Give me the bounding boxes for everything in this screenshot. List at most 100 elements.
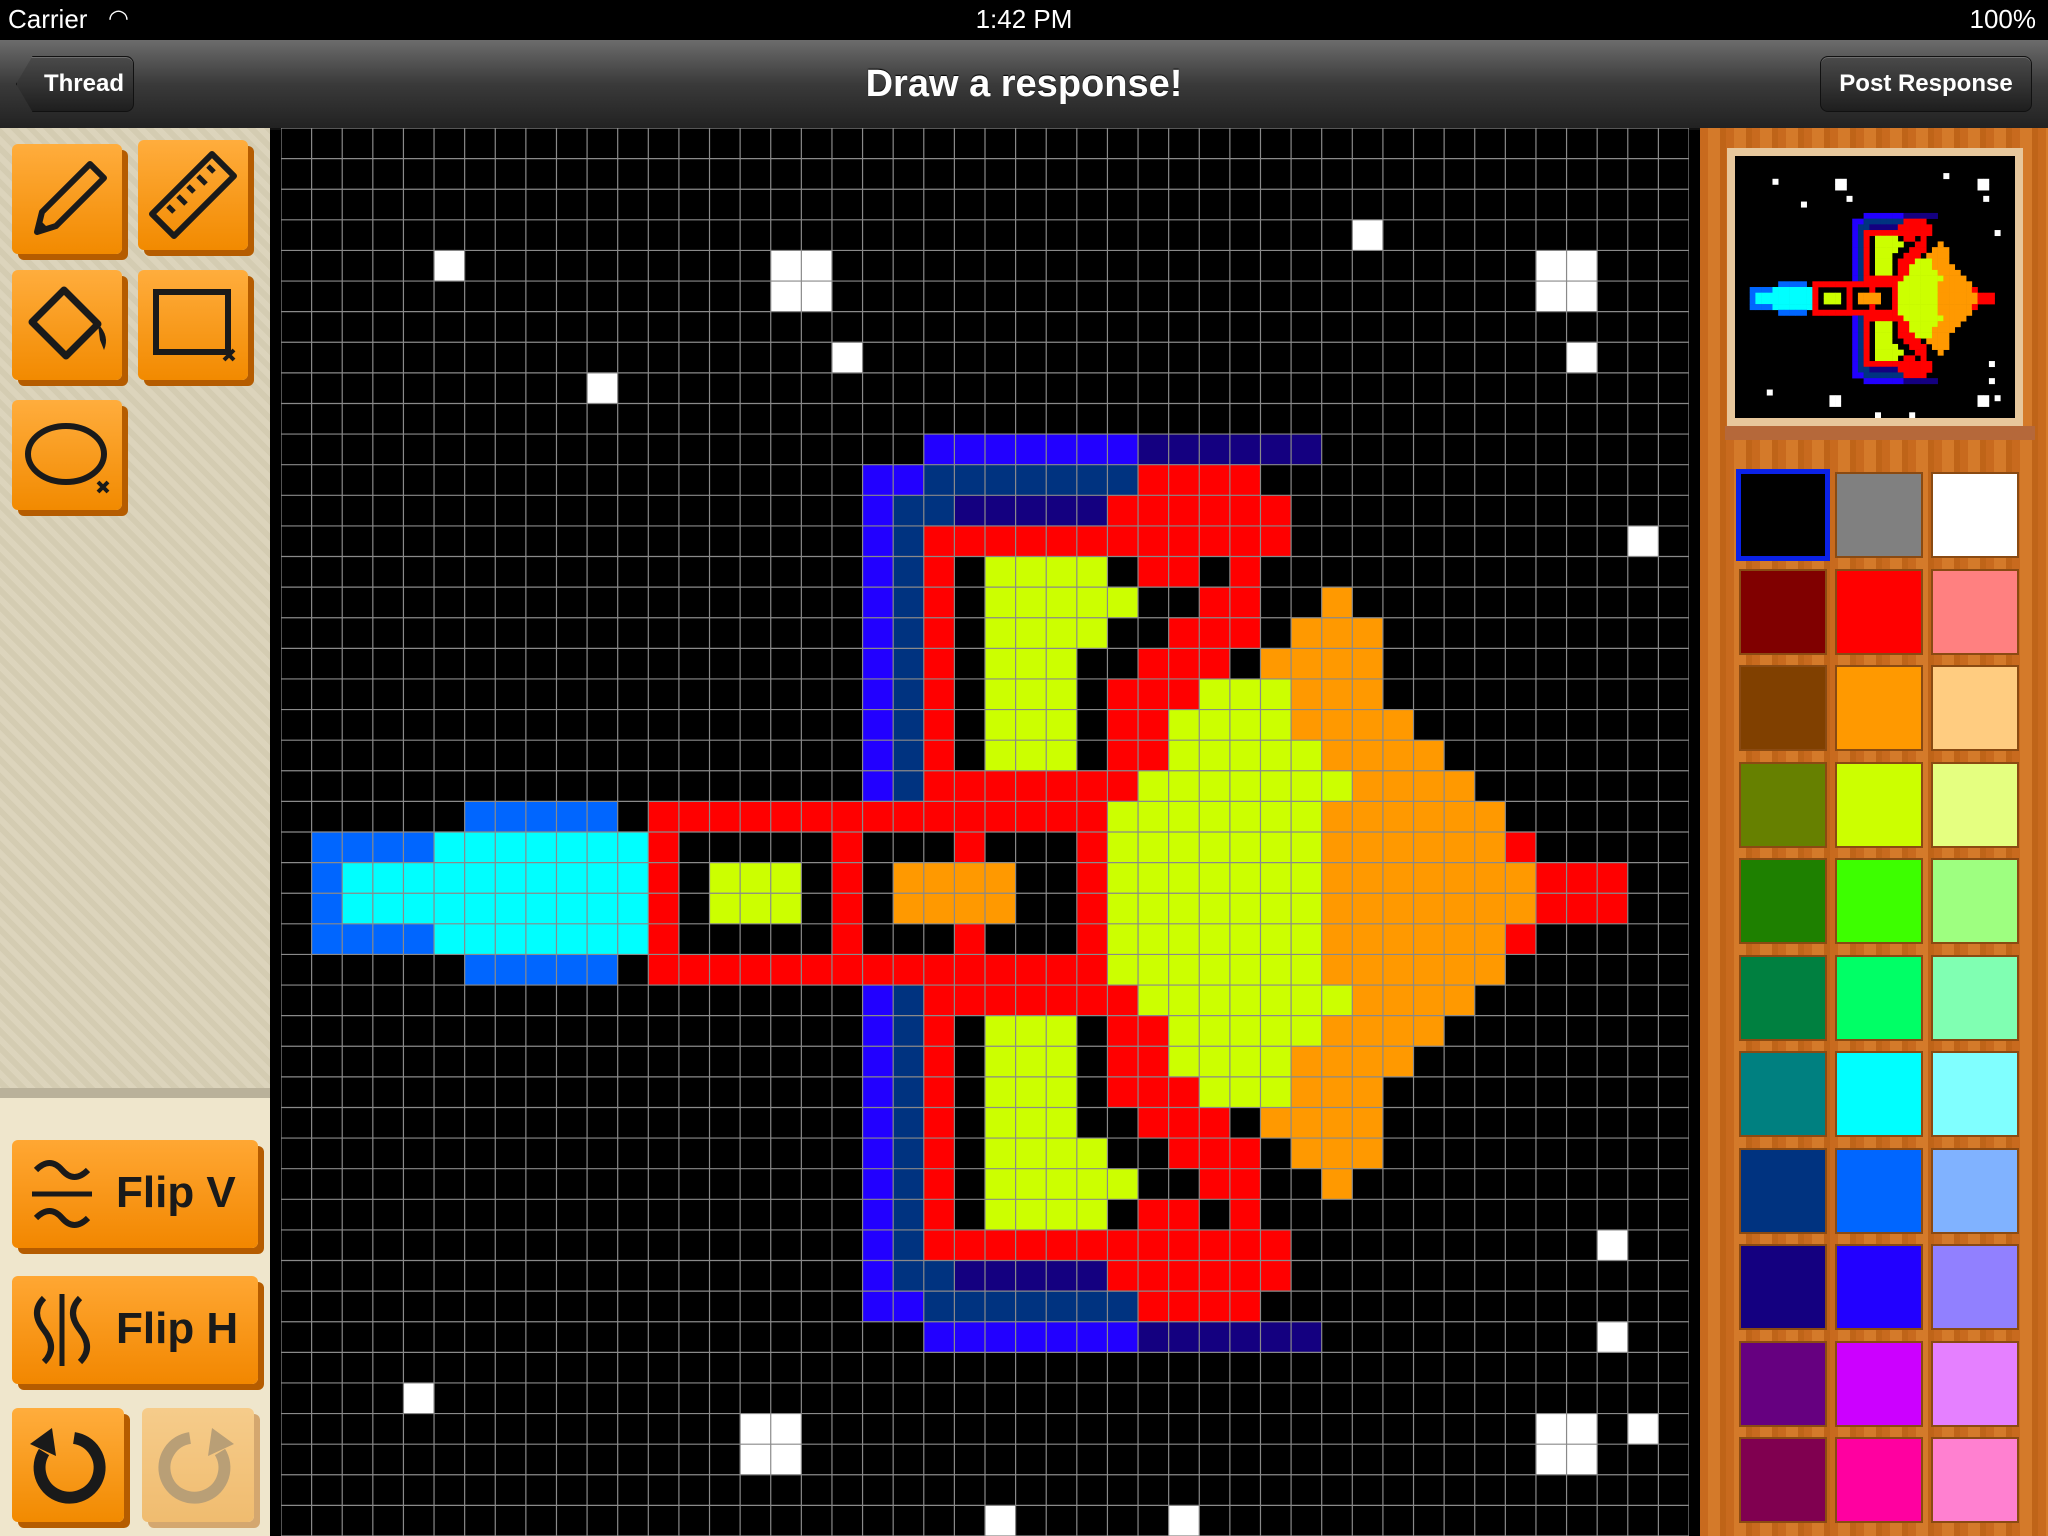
pixel[interactable]: [893, 1107, 924, 1139]
pixel[interactable]: [1199, 648, 1230, 679]
pixel[interactable]: [403, 862, 435, 894]
pixel[interactable]: [1046, 678, 1077, 710]
pixel[interactable]: [954, 832, 985, 863]
pixel[interactable]: [801, 281, 832, 312]
pixel[interactable]: [770, 250, 802, 282]
pixel[interactable]: [1229, 1199, 1261, 1230]
pixel[interactable]: [1352, 1015, 1383, 1047]
pixel[interactable]: [985, 1291, 1016, 1322]
pixel[interactable]: [1168, 954, 1200, 986]
pixel[interactable]: [1352, 740, 1383, 771]
pixel[interactable]: [893, 556, 924, 588]
pixel[interactable]: [1352, 923, 1383, 955]
pixel[interactable]: [1138, 1076, 1169, 1108]
pixel[interactable]: [1229, 954, 1261, 986]
pixel[interactable]: [923, 893, 955, 924]
pixel[interactable]: [1199, 617, 1230, 649]
pixel[interactable]: [1321, 587, 1353, 618]
pixel[interactable]: [1199, 1138, 1230, 1169]
pixel[interactable]: [1138, 832, 1169, 863]
pixel[interactable]: [1107, 464, 1139, 496]
pixel[interactable]: [893, 862, 924, 894]
color-swatch[interactable]: [1933, 763, 2017, 846]
pixel[interactable]: [1107, 801, 1139, 832]
pixel[interactable]: [1046, 1076, 1077, 1108]
pixel[interactable]: [1076, 832, 1108, 863]
pixel[interactable]: [1199, 862, 1230, 894]
pixel[interactable]: [923, 954, 955, 986]
pixel[interactable]: [1168, 1321, 1200, 1353]
pixel[interactable]: [923, 1260, 955, 1292]
pixel[interactable]: [1168, 464, 1200, 496]
pixel[interactable]: [923, 617, 955, 649]
pixel[interactable]: [923, 985, 955, 1016]
pixel[interactable]: [1199, 1260, 1230, 1292]
pixel[interactable]: [1107, 525, 1139, 557]
pixel[interactable]: [1046, 1229, 1077, 1261]
pixel[interactable]: [495, 923, 526, 955]
pixel[interactable]: [464, 862, 496, 894]
pixel[interactable]: [678, 801, 710, 832]
pixel[interactable]: [1199, 923, 1230, 955]
pixel[interactable]: [495, 832, 526, 863]
pixel[interactable]: [985, 1260, 1016, 1292]
pixel[interactable]: [1352, 832, 1383, 863]
pixel[interactable]: [1168, 678, 1200, 710]
pixel[interactable]: [678, 954, 710, 986]
pixel[interactable]: [1046, 525, 1077, 557]
pixel[interactable]: [1168, 1076, 1200, 1108]
pixel[interactable]: [1229, 1076, 1261, 1108]
pixel[interactable]: [342, 832, 373, 863]
pixel[interactable]: [862, 985, 894, 1016]
pixel[interactable]: [1260, 678, 1292, 710]
pixel[interactable]: [1321, 801, 1353, 832]
pixel[interactable]: [862, 1168, 894, 1200]
pixel[interactable]: [954, 1321, 985, 1353]
pixel[interactable]: [1015, 1168, 1047, 1200]
pixel[interactable]: [985, 862, 1016, 894]
pixel[interactable]: [1015, 587, 1047, 618]
pixel[interactable]: [1229, 617, 1261, 649]
pixel[interactable]: [923, 1199, 955, 1230]
pixel[interactable]: [1199, 464, 1230, 496]
pixel[interactable]: [1107, 1015, 1139, 1047]
pixel[interactable]: [1627, 1413, 1659, 1445]
pixel[interactable]: [1107, 770, 1139, 802]
pixel[interactable]: [1168, 770, 1200, 802]
pixel[interactable]: [1168, 985, 1200, 1016]
pixel[interactable]: [740, 954, 771, 986]
pixel[interactable]: [862, 1015, 894, 1047]
pixel[interactable]: [1107, 832, 1139, 863]
pixel[interactable]: [1138, 740, 1169, 771]
pixel[interactable]: [1046, 1107, 1077, 1139]
pixel[interactable]: [985, 434, 1016, 465]
pixel[interactable]: [1168, 862, 1200, 894]
pixel[interactable]: [923, 1168, 955, 1200]
pixel[interactable]: [1015, 1291, 1047, 1322]
pixel[interactable]: [1046, 709, 1077, 741]
pixel[interactable]: [372, 832, 404, 863]
pixel[interactable]: [1015, 434, 1047, 465]
pixel[interactable]: [862, 1229, 894, 1261]
pixel[interactable]: [954, 525, 985, 557]
pixel[interactable]: [893, 709, 924, 741]
pixel[interactable]: [1199, 1015, 1230, 1047]
pixel[interactable]: [1229, 587, 1261, 618]
pixel[interactable]: [1076, 985, 1108, 1016]
pixel[interactable]: [1260, 1229, 1292, 1261]
pixel[interactable]: [954, 985, 985, 1016]
pixel[interactable]: [1413, 740, 1445, 771]
pixel[interactable]: [709, 862, 741, 894]
pixel[interactable]: [1444, 862, 1475, 894]
pixel[interactable]: [893, 1260, 924, 1292]
pixel[interactable]: [1076, 862, 1108, 894]
pixel[interactable]: [1107, 1076, 1139, 1108]
pixel[interactable]: [1229, 434, 1261, 465]
pixel[interactable]: [1413, 770, 1445, 802]
pixel[interactable]: [1107, 1229, 1139, 1261]
color-swatch[interactable]: [1741, 1439, 1825, 1521]
pixel[interactable]: [893, 1199, 924, 1230]
pixel[interactable]: [770, 801, 802, 832]
pixel[interactable]: [1015, 1260, 1047, 1292]
pixel[interactable]: [1107, 709, 1139, 741]
